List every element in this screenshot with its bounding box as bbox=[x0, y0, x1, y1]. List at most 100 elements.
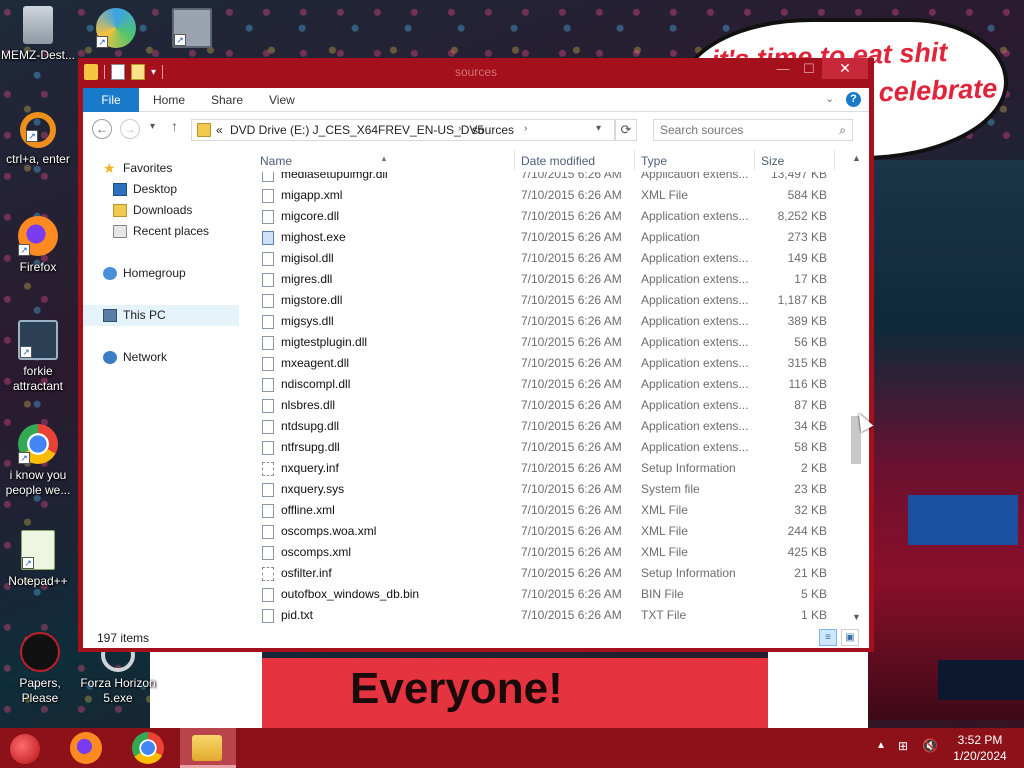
nav-label: Favorites bbox=[123, 161, 173, 175]
table-row[interactable]: migres.dll 7/10/2015 6:26 AM Application e… bbox=[258, 269, 838, 290]
table-row[interactable]: osfilter.inf 7/10/2015 6:26 AM Setup Infor… bbox=[258, 563, 838, 584]
breadcrumb-drive[interactable]: DVD Drive (E:) J_CES_X64FREV_EN-US_DV5 bbox=[230, 123, 484, 137]
exe-file-icon bbox=[262, 231, 274, 245]
tab-share[interactable]: Share bbox=[211, 88, 243, 112]
desktop-icon-forkie[interactable]: ↗ forkie attractant bbox=[0, 320, 76, 394]
file-size: 23 KB bbox=[794, 482, 827, 496]
file-name: migres.dll bbox=[281, 272, 333, 286]
table-row[interactable]: oscomps.xml 7/10/2015 6:26 AM XML File 425 … bbox=[258, 542, 838, 563]
search-box[interactable]: ⌕ bbox=[653, 119, 853, 141]
column-type[interactable]: Type bbox=[641, 154, 667, 168]
desktop-icon-memz[interactable]: MEMZ-Dest... bbox=[0, 6, 76, 63]
column-divider[interactable] bbox=[634, 150, 635, 170]
nav-recent-places[interactable]: Recent places bbox=[83, 221, 239, 242]
column-name[interactable]: Name bbox=[260, 154, 292, 168]
file-type: XML File bbox=[641, 503, 688, 517]
start-button[interactable] bbox=[10, 734, 40, 764]
table-row[interactable]: outofbox_windows_db.bin 7/10/2015 6:26 AM… bbox=[258, 584, 838, 605]
column-size[interactable]: Size bbox=[761, 154, 784, 168]
file-date: 7/10/2015 6:26 AM bbox=[521, 188, 622, 202]
show-hidden-icons[interactable]: ▲ bbox=[876, 740, 886, 768]
desktop-icon-ctrl-a[interactable]: ↗ ctrl+a, enter bbox=[0, 112, 76, 167]
file-type: Application extens... bbox=[641, 377, 749, 391]
file-type: Application extens... bbox=[641, 293, 749, 307]
table-row[interactable]: migapp.xml 7/10/2015 6:26 AM XML File 584 K… bbox=[258, 185, 838, 206]
close-button[interactable]: ✕ bbox=[822, 58, 868, 79]
desktop-icon-edge[interactable]: ↗ bbox=[88, 8, 144, 52]
search-input[interactable] bbox=[654, 120, 824, 140]
file-name: ntfrsupg.dll bbox=[281, 440, 340, 454]
up-arrow-icon[interactable]: ↑ bbox=[171, 118, 178, 134]
nav-this-pc[interactable]: This PC bbox=[83, 305, 239, 326]
table-row[interactable]: mxeagent.dll 7/10/2015 6:26 AM Application… bbox=[258, 353, 838, 374]
forward-button[interactable]: → bbox=[120, 119, 140, 139]
address-dropdown-icon[interactable]: ▾ bbox=[596, 123, 601, 134]
nav-favorites[interactable]: ★ Favorites bbox=[83, 158, 239, 179]
column-date-modified[interactable]: Date modified bbox=[521, 154, 595, 168]
table-row[interactable]: migtestplugin.dll 7/10/2015 6:26 AM Applic… bbox=[258, 332, 838, 353]
table-row[interactable]: ndiscompl.dll 7/10/2015 6:26 AM Applicatio… bbox=[258, 374, 838, 395]
table-row[interactable]: ntdsupg.dll 7/10/2015 6:26 AM Application … bbox=[258, 416, 838, 437]
volume-muted-icon[interactable]: 🔇 bbox=[922, 738, 938, 768]
table-row[interactable]: migisol.dll 7/10/2015 6:26 AM Application … bbox=[258, 248, 838, 269]
details-view-icon[interactable]: ≡ bbox=[819, 629, 837, 646]
search-icon[interactable]: ⌕ bbox=[839, 123, 846, 138]
table-row[interactable]: offline.xml 7/10/2015 6:26 AM XML File 32 K… bbox=[258, 500, 838, 521]
refresh-button[interactable]: ⟳ bbox=[615, 119, 637, 141]
clock[interactable]: 3:52 PM 1/20/2024 bbox=[944, 732, 1016, 764]
large-icons-view-icon[interactable]: ▣ bbox=[841, 629, 859, 646]
tab-file[interactable]: File bbox=[83, 88, 139, 112]
taskbar-firefox[interactable] bbox=[58, 728, 114, 768]
back-button[interactable]: ← bbox=[92, 119, 112, 139]
title-bar[interactable]: ▾ sources — ☐ ✕ bbox=[78, 58, 874, 88]
tab-home[interactable]: Home bbox=[153, 88, 185, 112]
vertical-scrollbar[interactable]: ▲ ▼ bbox=[848, 150, 865, 626]
desktop-icon-papers-please[interactable]: Papers, Please bbox=[0, 632, 80, 706]
taskbar-chrome[interactable] bbox=[120, 728, 176, 768]
tab-view[interactable]: View bbox=[269, 88, 295, 112]
breadcrumb-folder[interactable]: sources bbox=[472, 123, 514, 137]
recent-locations-icon[interactable]: ▾ bbox=[150, 121, 155, 132]
scroll-up-icon[interactable]: ▲ bbox=[848, 150, 865, 167]
table-row[interactable]: nxquery.inf 7/10/2015 6:26 AM Setup Inform… bbox=[258, 458, 838, 479]
shortcut-arrow-icon: ↗ bbox=[22, 557, 34, 569]
network-tray-icon[interactable]: ⊞ bbox=[898, 739, 908, 768]
table-row[interactable]: nxquery.sys 7/10/2015 6:26 AM System file 2… bbox=[258, 479, 838, 500]
desktop-icon-windows[interactable]: ↗ bbox=[164, 8, 220, 52]
table-row[interactable]: oscomps.woa.xml 7/10/2015 6:26 AM XML File… bbox=[258, 521, 838, 542]
table-row[interactable]: pid.txt 7/10/2015 6:26 AM TXT File 1 KB bbox=[258, 605, 838, 626]
breadcrumb-separator-icon[interactable]: › bbox=[458, 123, 461, 134]
breadcrumb-overflow[interactable]: « bbox=[216, 123, 223, 137]
help-icon[interactable]: ? bbox=[846, 92, 861, 107]
file-size: 149 KB bbox=[787, 251, 827, 265]
table-row[interactable]: nlsbres.dll 7/10/2015 6:26 AM Application … bbox=[258, 395, 838, 416]
nav-downloads[interactable]: Downloads bbox=[83, 200, 239, 221]
scroll-down-icon[interactable]: ▼ bbox=[848, 609, 865, 626]
nav-homegroup[interactable]: Homegroup bbox=[83, 263, 239, 284]
address-bar[interactable]: « DVD Drive (E:) J_CES_X64FREV_EN-US_DV5… bbox=[191, 119, 615, 141]
table-row[interactable]: mediasetupuimgr.dll 7/10/2015 6:26 AM Ap… bbox=[258, 172, 838, 185]
desktop-icon-firefox[interactable]: ↗ Firefox bbox=[0, 216, 76, 275]
column-divider[interactable] bbox=[754, 150, 755, 170]
nav-desktop[interactable]: Desktop bbox=[83, 179, 239, 200]
file-date: 7/10/2015 6:26 AM bbox=[521, 608, 622, 622]
column-divider[interactable] bbox=[834, 150, 835, 170]
desktop-icon-label: MEMZ-Dest... bbox=[1, 48, 75, 62]
taskbar-file-explorer[interactable] bbox=[180, 728, 236, 768]
column-divider[interactable] bbox=[514, 150, 515, 170]
table-row[interactable]: migstore.dll 7/10/2015 6:26 AM Application… bbox=[258, 290, 838, 311]
desktop-icon-notepadpp[interactable]: ↗ Notepad++ bbox=[0, 530, 76, 589]
clock-time: 3:52 PM bbox=[957, 733, 1003, 747]
table-row[interactable]: ntfrsupg.dll 7/10/2015 6:26 AM Application… bbox=[258, 437, 838, 458]
file-size: 584 KB bbox=[787, 188, 827, 202]
desktop-icon-chrome[interactable]: ↗ i know you people we... bbox=[0, 424, 76, 498]
nav-network[interactable]: Network bbox=[83, 347, 239, 368]
table-row[interactable]: migsys.dll 7/10/2015 6:26 AM Application e… bbox=[258, 311, 838, 332]
breadcrumb-separator-icon[interactable]: › bbox=[524, 123, 527, 134]
file-date: 7/10/2015 6:26 AM bbox=[521, 587, 622, 601]
table-row[interactable]: mighost.exe 7/10/2015 6:26 AM Application 2… bbox=[258, 227, 838, 248]
maximize-button[interactable]: ☐ bbox=[794, 58, 824, 79]
file-type: Setup Information bbox=[641, 461, 736, 475]
expand-ribbon-icon[interactable]: ⌄ bbox=[825, 92, 834, 105]
table-row[interactable]: migcore.dll 7/10/2015 6:26 AM Application … bbox=[258, 206, 838, 227]
